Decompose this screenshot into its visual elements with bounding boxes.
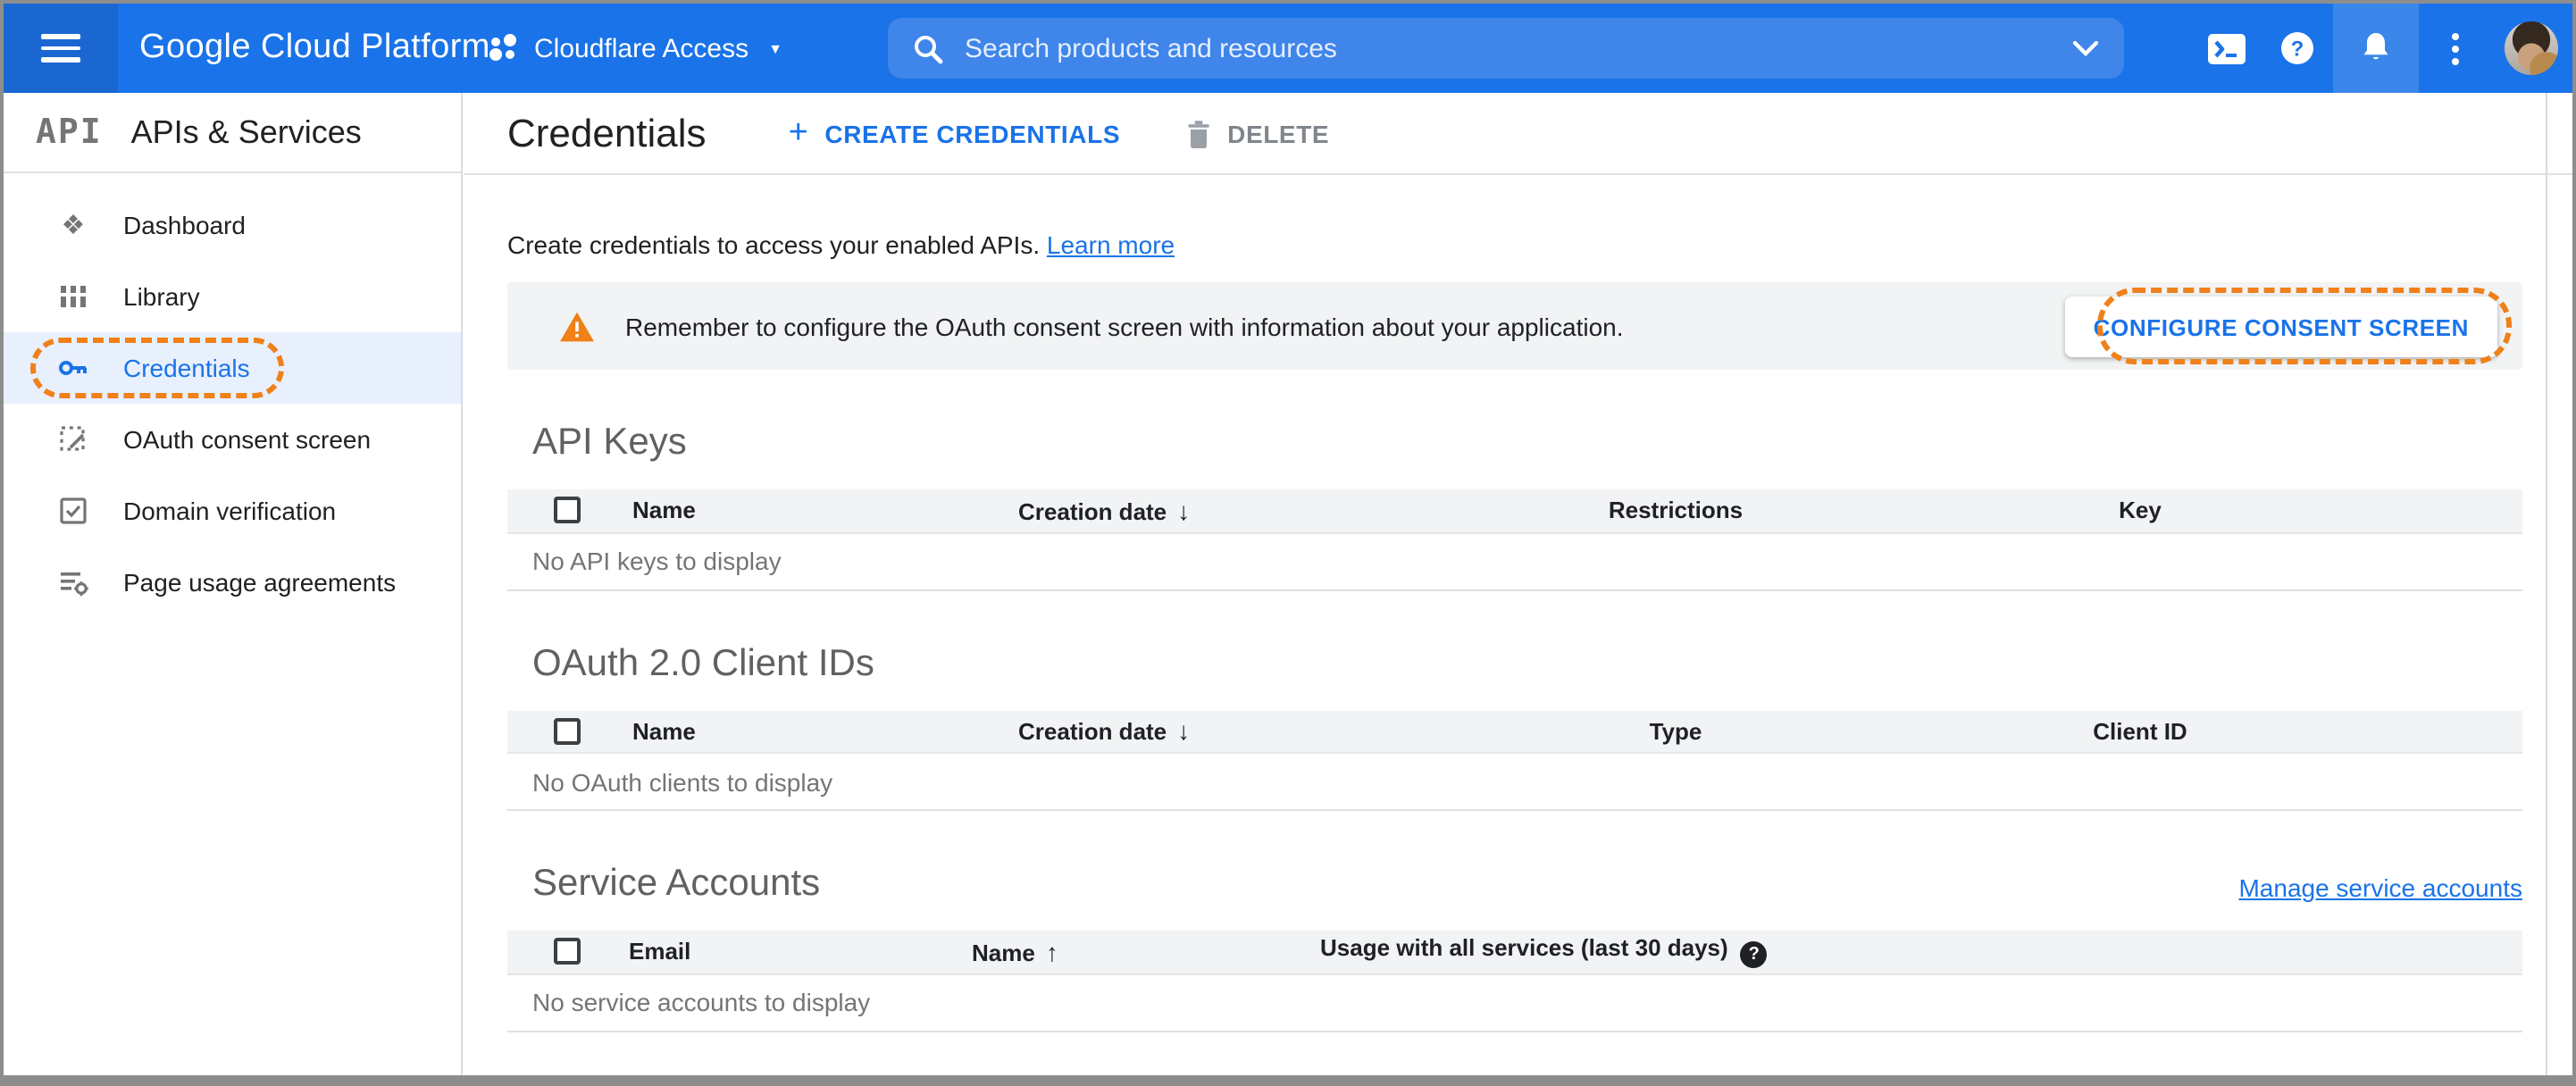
oauth-clients-empty-state: No OAuth clients to display bbox=[507, 753, 2522, 811]
sidebar-item-page-usage-agreements[interactable]: Page usage agreements bbox=[4, 547, 461, 618]
sidebar-item-domain-verification[interactable]: Domain verification bbox=[4, 475, 461, 547]
consent-warning-banner: Remember to configure the OAuth consent … bbox=[507, 282, 2522, 370]
column-header-email: Email bbox=[586, 931, 943, 974]
account-avatar[interactable] bbox=[2505, 21, 2558, 75]
search-expand-chevron-icon[interactable] bbox=[2072, 40, 2099, 56]
notifications-bell-icon bbox=[2363, 33, 2388, 60]
sidebar-item-dashboard[interactable]: ❖ Dashboard bbox=[4, 189, 461, 261]
library-icon bbox=[57, 280, 89, 313]
column-header-name[interactable]: Name ↑ bbox=[943, 931, 1283, 974]
domain-verification-icon bbox=[57, 495, 89, 527]
configure-consent-screen-button[interactable]: CONFIGURE CONSENT SCREEN bbox=[2064, 297, 2497, 357]
plus-icon: + bbox=[788, 113, 809, 151]
learn-more-link[interactable]: Learn more bbox=[1047, 230, 1175, 259]
column-header-creation-date[interactable]: Creation date ↓ bbox=[997, 710, 1426, 754]
banner-message: Remember to configure the OAuth consent … bbox=[625, 312, 1624, 340]
sidebar-product-title: APIs & Services bbox=[130, 113, 362, 149]
sort-asc-icon: ↑ bbox=[1045, 937, 1058, 966]
help-icon: ? bbox=[2281, 32, 2313, 64]
global-search[interactable] bbox=[888, 18, 2124, 79]
app-header: Google Cloud Platform Cloudflare Access … bbox=[4, 4, 2572, 93]
create-credentials-button[interactable]: + CREATE CREDENTIALS bbox=[789, 113, 1121, 153]
sidebar-item-library[interactable]: Library bbox=[4, 261, 461, 332]
delete-trash-icon bbox=[1188, 120, 1209, 147]
search-icon bbox=[915, 35, 943, 63]
api-logo: API bbox=[36, 113, 103, 152]
page-title: Credentials bbox=[507, 110, 707, 155]
service-accounts-empty-state: No service accounts to display bbox=[507, 973, 2522, 1032]
oauth-consent-icon bbox=[57, 423, 89, 455]
main-panel: Credentials + CREATE CREDENTIALS DELETE … bbox=[464, 93, 2572, 1075]
api-keys-empty-state: No API keys to display bbox=[507, 532, 2522, 590]
usage-help-icon[interactable]: ? bbox=[1740, 941, 1768, 969]
section-title-oauth-clients: OAuth 2.0 Client IDs bbox=[532, 642, 874, 683]
key-icon bbox=[57, 352, 89, 384]
column-header-name: Name bbox=[586, 489, 997, 533]
column-header-type: Type bbox=[1426, 710, 1926, 754]
gcp-logo[interactable]: Google Cloud Platform bbox=[139, 4, 490, 93]
section-title-service-accounts: Service Accounts bbox=[532, 863, 821, 904]
content-scrollbar-track[interactable] bbox=[2546, 86, 2547, 1075]
sort-desc-icon: ↓ bbox=[1177, 496, 1191, 525]
select-all-checkbox[interactable] bbox=[554, 938, 581, 965]
manage-service-accounts-link[interactable]: Manage service accounts bbox=[2238, 873, 2522, 902]
column-header-usage: Usage with all services (last 30 days)? bbox=[1283, 931, 2522, 974]
more-options-button[interactable] bbox=[2419, 4, 2490, 93]
section-title-api-keys: API Keys bbox=[532, 422, 687, 463]
chevron-down-icon: ▼ bbox=[768, 40, 782, 56]
column-header-client-id: Client ID bbox=[1926, 710, 2354, 754]
oauth-clients-table: Name Creation date ↓ Type Client ID No OA… bbox=[507, 710, 2522, 811]
menu-icon bbox=[41, 28, 80, 70]
sort-desc-icon: ↓ bbox=[1177, 716, 1191, 746]
main-menu-button[interactable] bbox=[4, 4, 118, 93]
column-header-creation-date[interactable]: Creation date ↓ bbox=[997, 489, 1426, 533]
sidebar-item-credentials[interactable]: Credentials bbox=[4, 332, 461, 404]
project-switcher[interactable]: Cloudflare Access ▼ bbox=[489, 4, 782, 93]
cloud-shell-icon bbox=[2207, 33, 2245, 63]
sidebar-item-oauth-consent-screen[interactable]: OAuth consent screen bbox=[4, 404, 461, 475]
select-all-checkbox[interactable] bbox=[554, 717, 581, 745]
search-input[interactable] bbox=[965, 33, 2058, 63]
project-name: Cloudflare Access bbox=[534, 33, 749, 63]
delete-button[interactable]: DELETE bbox=[1184, 117, 1329, 149]
more-vert-icon bbox=[2451, 32, 2458, 64]
page-description: Create credentials to access your enable… bbox=[507, 230, 1175, 259]
sidebar-product-header: API APIs & Services bbox=[4, 93, 461, 173]
svg-text:?: ? bbox=[2291, 37, 2304, 61]
api-keys-table: Name Creation date ↓ Restrictions Key No … bbox=[507, 489, 2522, 590]
warning-icon bbox=[560, 311, 594, 341]
sidebar: API APIs & Services ❖ Dashboard Library bbox=[4, 93, 463, 1075]
service-accounts-table: Email Name ↑ Usage with all services (las… bbox=[507, 931, 2522, 1032]
column-header-name: Name bbox=[586, 710, 997, 754]
gcp-console-window: Google Cloud Platform Cloudflare Access … bbox=[0, 0, 2576, 1086]
page-toolbar: Credentials + CREATE CREDENTIALS DELETE bbox=[464, 93, 2572, 175]
dashboard-icon: ❖ bbox=[61, 211, 86, 241]
column-header-restrictions: Restrictions bbox=[1426, 489, 1926, 533]
page-usage-agreements-icon bbox=[57, 566, 89, 598]
select-all-checkbox[interactable] bbox=[554, 497, 581, 524]
project-grid-icon bbox=[489, 34, 518, 63]
column-header-key: Key bbox=[1926, 489, 2354, 533]
notifications-button[interactable] bbox=[2333, 4, 2419, 93]
help-button[interactable]: ? bbox=[2262, 4, 2333, 93]
cloud-shell-button[interactable] bbox=[2190, 4, 2262, 93]
